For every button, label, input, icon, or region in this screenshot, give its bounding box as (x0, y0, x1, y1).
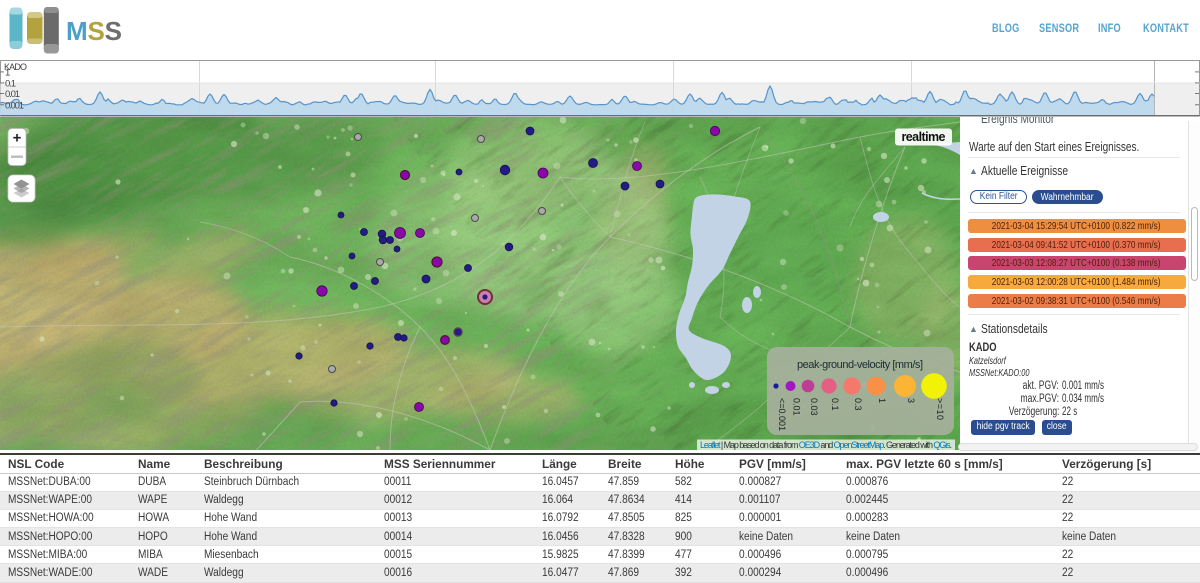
svg-text:1: 1 (5, 68, 10, 79)
svg-text:Leaflet | Map based on data fr: Leaflet | Map based on data from OE3D an… (700, 440, 952, 450)
svg-text:0.01: 0.01 (5, 89, 20, 100)
svg-text:0.1: 0.1 (830, 398, 840, 411)
svg-text:0.001: 0.001 (5, 100, 24, 111)
svg-text:0.3: 0.3 (853, 398, 863, 411)
svg-text:3: 3 (906, 398, 916, 403)
svg-text:0.01: 0.01 (792, 398, 802, 416)
svg-text:>=10: >=10 (935, 398, 945, 420)
svg-text:+: + (13, 130, 22, 147)
svg-text:<=0.001: <=0.001 (777, 398, 787, 431)
svg-text:0.1: 0.1 (5, 79, 16, 90)
svg-text:peak-ground-velocity [mm/s]: peak-ground-velocity [mm/s] (797, 359, 923, 371)
svg-text:1: 1 (877, 398, 887, 403)
svg-text:MSS: MSS (66, 16, 123, 46)
svg-text:0.03: 0.03 (809, 398, 819, 416)
svg-text:realtime: realtime (902, 130, 946, 144)
